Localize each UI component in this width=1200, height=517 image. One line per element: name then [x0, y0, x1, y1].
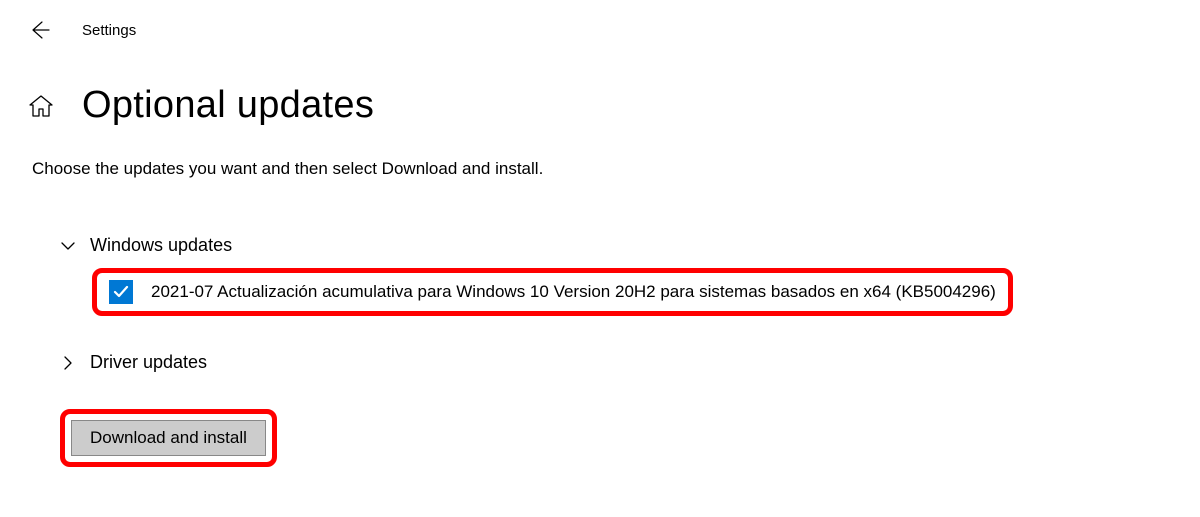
- update-item[interactable]: 2021-07 Actualización acumulativa para W…: [109, 280, 996, 304]
- highlight-annotation: 2021-07 Actualización acumulativa para W…: [92, 268, 1013, 316]
- driver-updates-title: Driver updates: [90, 352, 207, 373]
- checkmark-icon: [112, 283, 130, 301]
- back-button[interactable]: [28, 18, 52, 42]
- windows-updates-title: Windows updates: [90, 235, 232, 256]
- highlight-annotation: Download and install: [60, 409, 277, 467]
- titlebar-title: Settings: [82, 22, 136, 39]
- titlebar: Settings: [0, 0, 1200, 42]
- windows-updates-header[interactable]: Windows updates: [28, 235, 1200, 256]
- back-arrow-icon: [30, 20, 50, 40]
- home-icon[interactable]: [28, 93, 54, 119]
- page-title: Optional updates: [82, 84, 374, 127]
- content-area: Optional updates Choose the updates you …: [0, 42, 1200, 467]
- chevron-right-icon: [60, 355, 76, 371]
- page-header: Optional updates: [28, 84, 1200, 127]
- driver-updates-section: Driver updates: [28, 352, 1200, 373]
- chevron-down-icon: [60, 238, 76, 254]
- update-label: 2021-07 Actualización acumulativa para W…: [151, 282, 996, 302]
- windows-updates-section: Windows updates 2021-07 Actualización ac…: [28, 235, 1200, 316]
- driver-updates-header[interactable]: Driver updates: [28, 352, 1200, 373]
- instruction-text: Choose the updates you want and then sel…: [28, 159, 1200, 179]
- update-checkbox[interactable]: [109, 280, 133, 304]
- download-install-button[interactable]: Download and install: [71, 420, 266, 456]
